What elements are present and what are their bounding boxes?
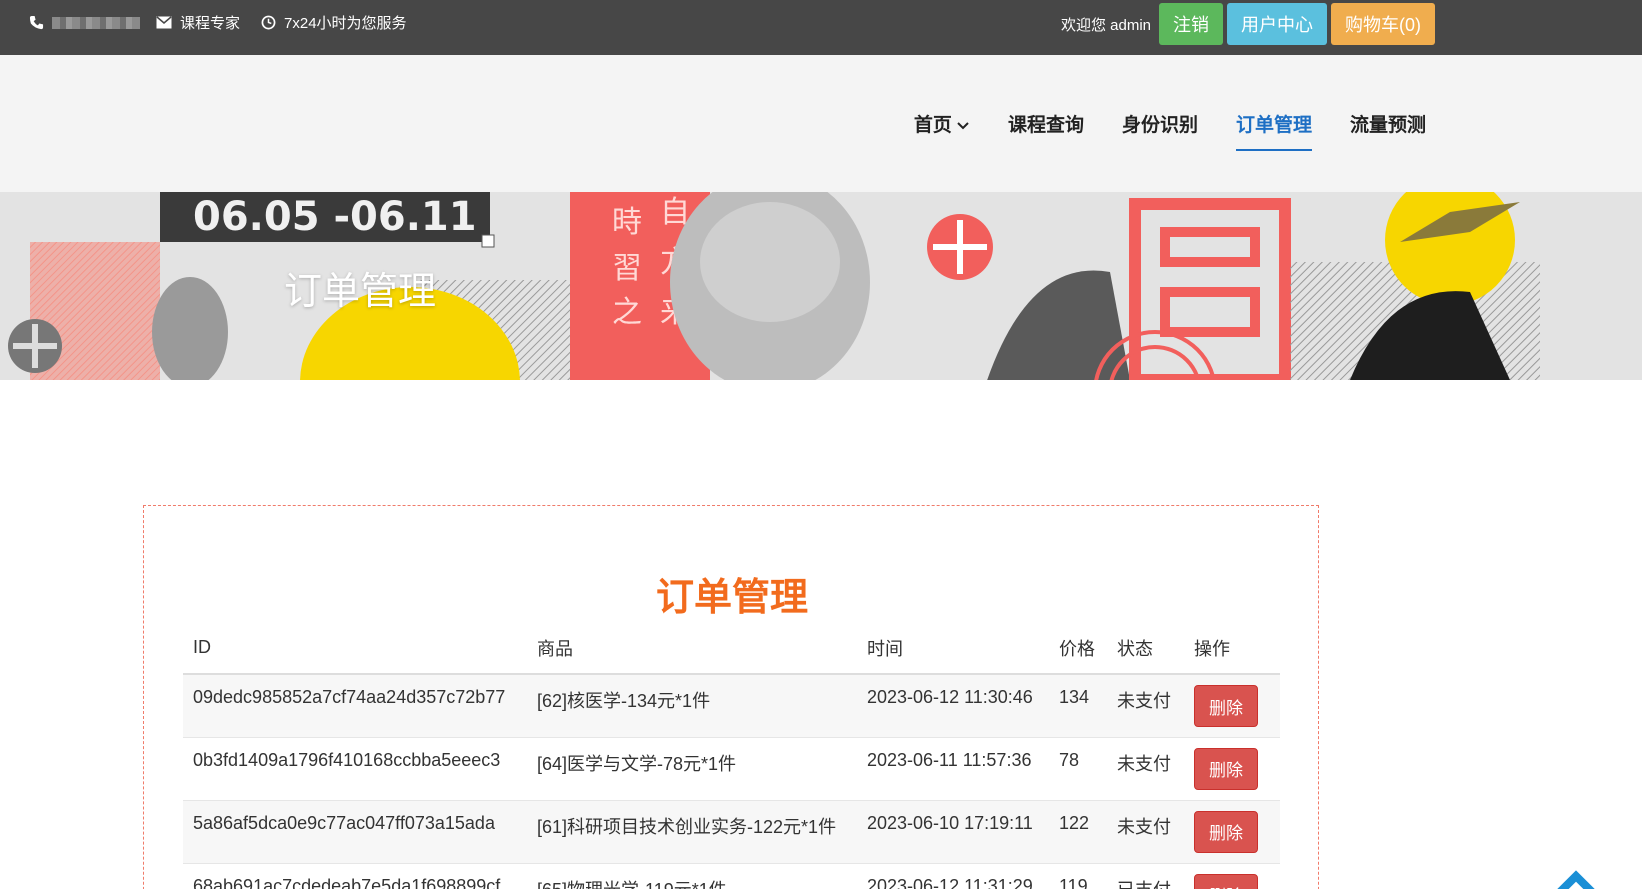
order-status: 未支付 (1107, 736, 1184, 800)
order-id: 68ab691ac7cdedeab7e5da1f698899cf (183, 862, 527, 889)
order-time: 2023-06-10 17:19:11 (857, 799, 1049, 863)
table-row: 0b3fd1409a1796f410168ccbba5eeec3 [64]医学与… (183, 736, 1280, 800)
banner-artwork: 06.05 -06.11 時 習 之 自 方 来 (0, 192, 1642, 380)
table-row: 09dedc985852a7cf74aa24d357c72b77 [62]核医学… (183, 673, 1280, 737)
order-status: 已支付 (1107, 862, 1184, 889)
banner-date-text: 06.05 -06.11 (193, 194, 477, 240)
order-action-cell: 删除 (1184, 799, 1280, 863)
order-action-cell: 删除 (1184, 736, 1280, 800)
order-product: [65]物理光学-119元*1件 (527, 862, 857, 889)
order-action-cell: 删除 (1184, 673, 1280, 737)
order-price: 119 (1049, 862, 1107, 889)
column-header-status: 状态 (1107, 622, 1184, 675)
column-header-action: 操作 (1184, 622, 1280, 675)
top-bar: 课程专家 7x24小时为您服务 欢迎您 admin 注销 用户中心 购物车(0) (0, 0, 1642, 55)
order-time: 2023-06-12 11:31:29 (857, 862, 1049, 889)
svg-text:時: 時 (612, 205, 642, 240)
column-header-id: ID (183, 622, 527, 675)
delete-order-button[interactable]: 删除 (1194, 873, 1258, 889)
order-time: 2023-06-11 11:57:36 (857, 736, 1049, 800)
order-time: 2023-06-12 11:30:46 (857, 673, 1049, 737)
account-actions: 欢迎您 admin 注销 用户中心 购物车(0) (1061, 3, 1435, 45)
delete-order-button[interactable]: 删除 (1194, 810, 1258, 853)
nav-item-home[interactable]: 首页 (914, 110, 970, 151)
page-banner: 06.05 -06.11 時 習 之 自 方 来 订单管理 (0, 192, 1642, 380)
cart-button[interactable]: 购物车(0) (1331, 3, 1435, 45)
logout-button[interactable]: 注销 (1159, 3, 1223, 45)
delete-order-button[interactable]: 删除 (1194, 747, 1258, 790)
nav-item-identity[interactable]: 身份识别 (1122, 110, 1198, 151)
order-product: [64]医学与文学-78元*1件 (527, 736, 857, 800)
nav-item-course-query[interactable]: 课程查询 (1008, 110, 1084, 151)
contact-info: 课程专家 7x24小时为您服务 (28, 0, 419, 45)
order-panel-title: 订单管理 (655, 577, 808, 619)
order-id: 0b3fd1409a1796f410168ccbba5eeec3 (183, 736, 527, 800)
orders-table: ID 商品 时间 价格 状态 操作 09dedc985852a7cf74aa24… (183, 622, 1280, 889)
mail-icon (156, 15, 172, 31)
nav-item-traffic-forecast[interactable]: 流量预测 (1350, 110, 1426, 151)
order-price: 122 (1049, 799, 1107, 863)
order-product: [61]科研项目技术创业实务-122元*1件 (527, 799, 857, 863)
clock-icon (260, 15, 276, 31)
table-header-row: ID 商品 时间 价格 状态 操作 (183, 622, 1280, 675)
chevron-down-icon (957, 122, 969, 130)
column-header-time: 时间 (857, 622, 1049, 675)
welcome-text: 欢迎您 admin (1060, 16, 1151, 34)
order-action-cell: 删除 (1184, 862, 1280, 889)
order-status: 未支付 (1107, 799, 1184, 863)
main-nav: 首页 课程查询 身份识别 订单管理 流量预测 (0, 55, 1642, 192)
order-price: 134 (1049, 673, 1107, 737)
nav-item-orders[interactable]: 订单管理 (1235, 110, 1312, 151)
table-row: 5a86af5dca0e9c77ac047ff073a15ada [61]科研项… (183, 799, 1280, 863)
order-panel: 订单管理 ID 商品 时间 价格 状态 操作 09dedc985852a7cf7… (143, 505, 1319, 889)
phone-number-redacted (52, 16, 140, 29)
order-status: 未支付 (1107, 673, 1184, 737)
svg-text:之: 之 (612, 295, 642, 330)
nav-item-label: 首页 (913, 115, 952, 136)
phone-icon (28, 15, 44, 31)
column-header-product: 商品 (527, 622, 857, 675)
service-label: 7x24小时为您服务 (284, 15, 407, 32)
delete-order-button[interactable]: 删除 (1194, 685, 1258, 727)
banner-title: 订单管理 (284, 271, 437, 313)
order-price: 78 (1049, 736, 1107, 800)
back-to-top-icon[interactable] (1556, 866, 1596, 889)
svg-text:習: 習 (612, 251, 642, 286)
order-product: [62]核医学-134元*1件 (527, 673, 857, 737)
order-id: 09dedc985852a7cf74aa24d357c72b77 (183, 673, 527, 737)
order-id: 5a86af5dca0e9c77ac047ff073a15ada (183, 799, 527, 863)
user-center-button[interactable]: 用户中心 (1227, 3, 1327, 45)
table-row: 68ab691ac7cdedeab7e5da1f698899cf [65]物理光… (183, 862, 1280, 889)
column-header-price: 价格 (1049, 622, 1107, 675)
brand-label: 课程专家 (180, 15, 241, 32)
